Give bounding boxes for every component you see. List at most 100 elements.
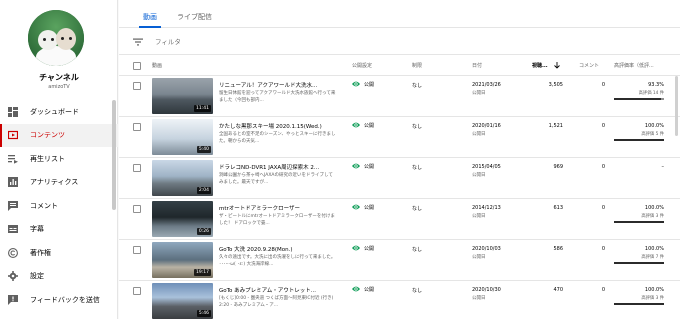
eye-icon — [352, 122, 360, 128]
date-status: 公開日 — [472, 132, 486, 137]
visibility-cell[interactable]: 公開 — [352, 121, 374, 129]
video-duration: 2:04 — [196, 187, 211, 194]
eye-icon — [352, 163, 360, 169]
column-video[interactable]: 動画 — [152, 62, 162, 69]
sidebar-item-copyright[interactable]: 著作権 — [0, 241, 118, 265]
filter-input[interactable] — [155, 37, 275, 46]
visibility-label: 公開 — [364, 245, 375, 252]
visibility-cell[interactable]: 公開 — [352, 285, 374, 293]
video-description: ザ・ピートルにmtrオートドアミラークローザーを付けました！ ドアロックで畳..… — [219, 214, 335, 226]
rating-cell: – — [661, 164, 665, 170]
sidebar-item-analytics[interactable]: アナリティクス — [0, 171, 118, 195]
column-comments[interactable]: コメント — [579, 62, 599, 69]
subtitles-icon — [6, 222, 20, 236]
video-thumbnail[interactable]: 11:41 — [152, 78, 213, 114]
table-row[interactable]: 19:17 GoTo 大洗 2020.9.28(Mon.) 久々の遠出です。大洗… — [119, 240, 680, 281]
views-cell: 969 — [553, 164, 563, 170]
video-thumbnail[interactable]: 19:17 — [152, 242, 213, 278]
visibility-cell[interactable]: 公開 — [352, 162, 374, 170]
eye-icon — [352, 245, 360, 251]
table-header: 動画 公開設定 制限 日付 視聴... コメント 高評価率（低評... — [119, 56, 680, 76]
video-title[interactable]: ドラレコND-DVR1 JAXA周辺探索木 2... — [219, 163, 339, 171]
table-row[interactable]: 5:40 かたしな黒那スキー場 2020.1.15(Wed.) 全国あるとの室不… — [119, 117, 680, 158]
date-status: 公開日 — [472, 255, 486, 260]
restrictions-cell: なし — [412, 124, 423, 130]
sidebar-nav: ダッシュボード コンテンツ 再生リスト アナリティクス コメント 字幕 著作権 — [0, 100, 118, 312]
rating-cell: 93.3% — [648, 82, 664, 88]
comments-cell: 0 — [601, 123, 605, 129]
visibility-cell[interactable]: 公開 — [352, 203, 374, 211]
content-tabs: 動画 ライブ配信 — [119, 0, 680, 28]
sidebar-scrollbar[interactable] — [112, 100, 116, 210]
visibility-cell[interactable]: 公開 — [352, 80, 374, 88]
video-title[interactable]: GoTo あみプレミアム・アウトレット... — [219, 286, 339, 294]
video-thumbnail[interactable]: 2:04 — [152, 160, 213, 196]
filter-bar — [119, 29, 680, 55]
rating-bar-fill — [614, 262, 664, 264]
video-thumbnail[interactable]: 5:40 — [152, 119, 213, 155]
table-row[interactable]: 0:26 mtrオートドアミラークローザー ザ・ピートルにmtrオートドアミラー… — [119, 199, 680, 240]
sidebar-item-label: コメント — [30, 201, 58, 210]
sidebar-item-subtitles[interactable]: 字幕 — [0, 218, 118, 242]
playlist-icon — [6, 152, 20, 166]
sidebar-item-label: 著作権 — [30, 248, 51, 257]
column-date[interactable]: 日付 — [472, 62, 482, 69]
gear-icon — [6, 269, 20, 283]
date-cell: 2020/01/16 — [472, 123, 501, 129]
video-description: 留生日休館を迎ってアクアワールド大洗水族館へ行って来ました（今回も部内... — [219, 91, 336, 103]
visibility-label: 公開 — [364, 163, 375, 170]
content-panel: 動画 ライブ配信 動画 公開設定 制限 日付 視聴... コメント 高評価率（低… — [119, 0, 680, 319]
restrictions-cell: なし — [412, 206, 423, 212]
select-all-checkbox[interactable] — [133, 62, 141, 70]
channel-handle: amizoTV — [48, 84, 70, 90]
sidebar-item-content[interactable]: コンテンツ — [0, 123, 118, 147]
row-checkbox[interactable] — [133, 205, 141, 213]
column-visibility[interactable]: 公開設定 — [352, 62, 372, 69]
restrictions-cell: なし — [412, 247, 423, 253]
video-thumbnail[interactable]: 0:26 — [152, 201, 213, 237]
column-views[interactable]: 視聴... — [532, 62, 548, 69]
row-checkbox[interactable] — [133, 82, 141, 90]
video-title[interactable]: GoTo 大洗 2020.9.28(Mon.) — [219, 245, 339, 253]
content-scrollbar[interactable] — [675, 76, 678, 136]
restrictions-cell: なし — [412, 83, 423, 89]
date-cell: 2020/10/03 — [472, 246, 501, 252]
row-checkbox[interactable] — [133, 287, 141, 295]
rating-bar-fill — [614, 98, 661, 100]
video-title[interactable]: かたしな黒那スキー場 2020.1.15(Wed.) — [219, 122, 339, 130]
comment-icon — [6, 199, 20, 213]
row-checkbox[interactable] — [133, 246, 141, 254]
table-row[interactable]: 2:04 ドラレコND-DVR1 JAXA周辺探索木 2... 洞峰公園から茶ヶ… — [119, 158, 680, 199]
table-row[interactable]: 5:46 GoTo あみプレミアム・アウトレット... [もくじ]0:00 - … — [119, 281, 680, 319]
rating-bar — [614, 139, 664, 141]
sidebar-item-feedback[interactable]: フィードバックを送信 — [0, 288, 118, 312]
eye-icon — [352, 204, 360, 210]
video-title[interactable]: mtrオートドアミラークローザー — [219, 204, 339, 212]
sort-down-icon[interactable] — [554, 62, 560, 69]
sidebar-item-playlists[interactable]: 再生リスト — [0, 147, 118, 171]
video-duration: 11:41 — [194, 105, 211, 112]
filter-icon[interactable] — [133, 37, 143, 47]
rating-bar-fill — [614, 303, 664, 305]
rating-count: 高評価 7 件 — [641, 255, 664, 260]
sidebar-item-label: ダッシュボード — [30, 107, 79, 116]
visibility-cell[interactable]: 公開 — [352, 244, 374, 252]
date-cell: 2014/12/13 — [472, 205, 501, 211]
column-restrictions[interactable]: 制限 — [412, 62, 422, 69]
sidebar-item-settings[interactable]: 設定 — [0, 265, 118, 289]
video-thumbnail[interactable]: 5:46 — [152, 283, 213, 319]
tab-live[interactable]: ライブ配信 — [167, 0, 222, 27]
tab-videos[interactable]: 動画 — [133, 0, 167, 28]
column-rating[interactable]: 高評価率（低評... — [614, 62, 654, 69]
video-title[interactable]: リニューアル！アクアワールド大洗水... — [219, 81, 339, 89]
visibility-label: 公開 — [364, 81, 375, 88]
sidebar-item-comments[interactable]: コメント — [0, 194, 118, 218]
date-status: 公開日 — [472, 214, 486, 219]
row-checkbox[interactable] — [133, 164, 141, 172]
row-checkbox[interactable] — [133, 123, 141, 131]
channel-avatar[interactable] — [28, 10, 84, 66]
rating-bar-fill — [614, 139, 664, 141]
sidebar-item-dashboard[interactable]: ダッシュボード — [0, 100, 118, 124]
channel-title: チャンネル — [39, 73, 79, 82]
table-row[interactable]: 11:41 リニューアル！アクアワールド大洗水... 留生日休館を迎ってアクアワ… — [119, 76, 680, 117]
